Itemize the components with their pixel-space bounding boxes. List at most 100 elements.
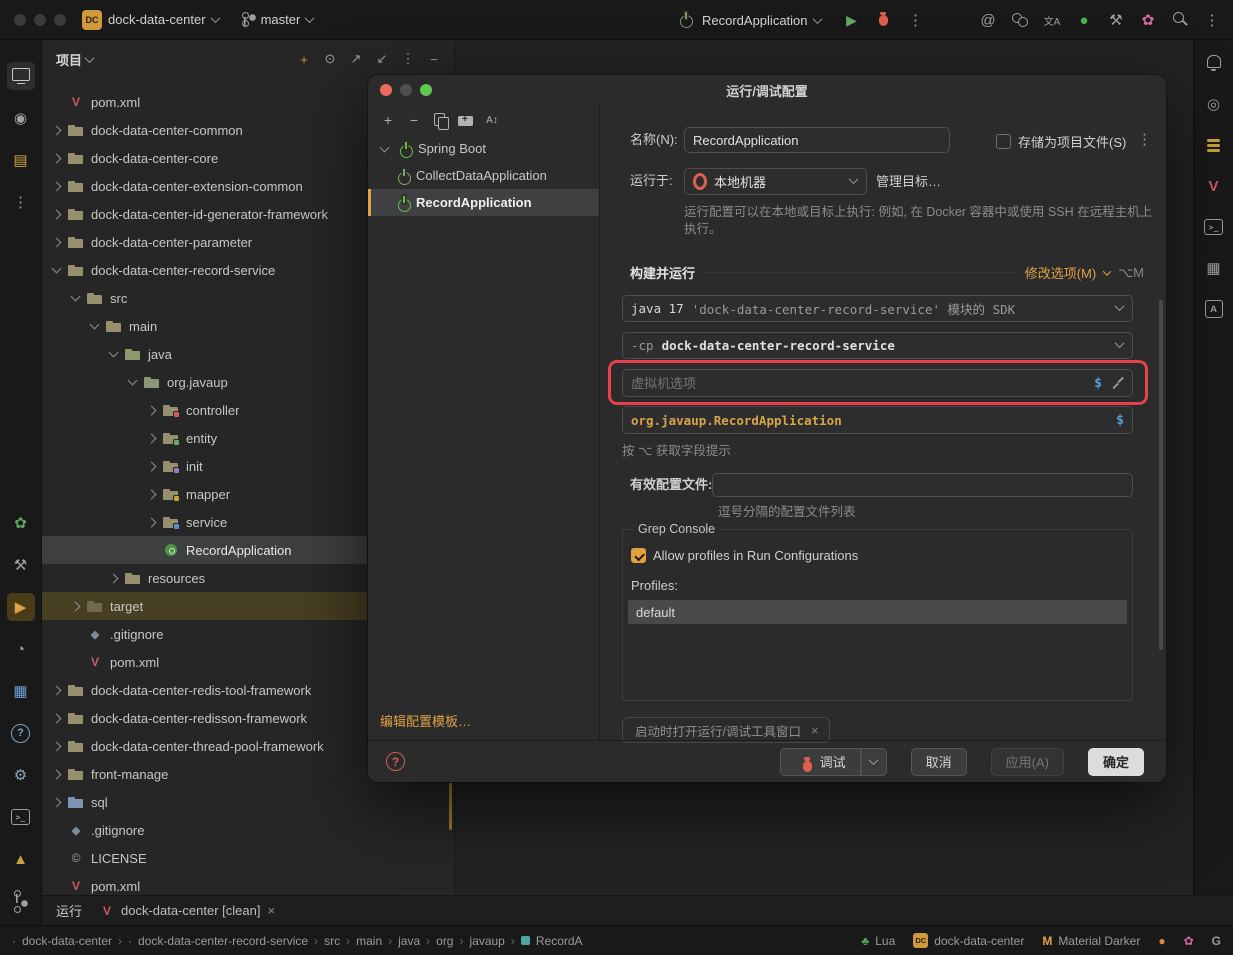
- chevron-icon[interactable]: [48, 206, 64, 222]
- hide-icon[interactable]: −: [422, 47, 446, 71]
- sort-icon[interactable]: A↕: [480, 108, 504, 132]
- locate-icon[interactable]: ⊙: [318, 47, 342, 71]
- tree-item-.gitignore[interactable]: ◆.gitignore: [42, 816, 454, 844]
- chevron-icon[interactable]: [124, 374, 140, 390]
- jre-select[interactable]: java 17 'dock-data-center-record-service…: [622, 295, 1133, 322]
- chevron-icon[interactable]: [143, 458, 159, 474]
- build-icon[interactable]: ⚒: [7, 551, 35, 579]
- close-icon[interactable]: ×: [811, 723, 819, 738]
- edit-templates-link[interactable]: 编辑配置模板…: [380, 711, 471, 730]
- dialog-maximize-icon[interactable]: [420, 84, 432, 96]
- config-group-spring-boot[interactable]: Spring Boot: [368, 135, 599, 162]
- macro-dollar-icon[interactable]: $: [1116, 413, 1124, 428]
- config-item-RecordApplication[interactable]: RecordApplication: [368, 189, 599, 216]
- remote-icon[interactable]: ◎: [1201, 91, 1227, 117]
- project-tool-icon[interactable]: [7, 62, 35, 90]
- dialog-scrollbar[interactable]: [1159, 300, 1163, 650]
- chevron-icon[interactable]: [48, 234, 64, 250]
- breadcrumb-RecordA[interactable]: RecordA: [521, 934, 583, 948]
- chevron-icon[interactable]: [105, 570, 121, 586]
- lua-icon[interactable]: ♣Lua: [861, 934, 895, 948]
- dialog-minimize-icon[interactable]: [400, 84, 412, 96]
- translate-icon[interactable]: 文A: [1039, 7, 1065, 33]
- chevron-icon[interactable]: [86, 318, 102, 334]
- expand-all-icon[interactable]: ↗: [344, 47, 368, 71]
- chevron-icon[interactable]: [67, 598, 83, 614]
- store-as-project-file[interactable]: 存储为项目文件(S): [996, 132, 1126, 151]
- search-icon[interactable]: [1167, 7, 1193, 33]
- settings-icon[interactable]: ⚙: [7, 761, 35, 789]
- chevron-icon[interactable]: [143, 486, 159, 502]
- chevron-icon[interactable]: [105, 346, 121, 362]
- vm-options-field[interactable]: $: [622, 369, 1133, 397]
- commit-tool-icon[interactable]: ◉: [7, 104, 35, 132]
- users-icon[interactable]: [1007, 7, 1033, 33]
- main-class-field[interactable]: org.javaup.RecordApplication $: [622, 406, 1133, 434]
- vm-options-input[interactable]: [631, 376, 1084, 391]
- ascii-doc-icon[interactable]: [1201, 296, 1227, 322]
- chevron-icon[interactable]: [48, 150, 64, 166]
- tree-item-LICENSE[interactable]: ©LICENSE: [42, 844, 454, 872]
- more-run-actions-icon[interactable]: ⋮: [903, 7, 929, 33]
- config-item-CollectDataApplication[interactable]: CollectDataApplication: [368, 162, 599, 189]
- classpath-select[interactable]: -cp dock-data-center-record-service: [622, 332, 1133, 359]
- breadcrumb-src[interactable]: src: [324, 934, 340, 948]
- chevron-icon[interactable]: [48, 738, 64, 754]
- chevron-down-icon[interactable]: [85, 53, 95, 63]
- close-window-icon[interactable]: [14, 14, 26, 26]
- chevron-icon[interactable]: [143, 430, 159, 446]
- apply-button[interactable]: 应用(A): [991, 748, 1064, 776]
- status-orange-icon[interactable]: ●: [1158, 934, 1165, 948]
- minimize-window-icon[interactable]: [34, 14, 46, 26]
- chevron-icon[interactable]: [67, 290, 83, 306]
- debug-options-button[interactable]: [861, 748, 887, 776]
- structure-tool-icon[interactable]: ▤: [7, 146, 35, 174]
- theme-icon[interactable]: MMaterial Darker: [1042, 934, 1140, 948]
- collapse-all-icon[interactable]: ↙: [370, 47, 394, 71]
- terminal-icon[interactable]: [7, 803, 35, 831]
- expand-field-icon[interactable]: [1112, 377, 1124, 389]
- run-tab[interactable]: V dock-data-center [clean] ×: [100, 903, 275, 919]
- cancel-button[interactable]: 取消: [911, 748, 967, 776]
- chevron-icon[interactable]: [143, 402, 159, 418]
- project-widget[interactable]: DC dock-data-center: [82, 10, 219, 30]
- git-icon[interactable]: [7, 887, 35, 915]
- chevron-icon[interactable]: [48, 710, 64, 726]
- plugins-icon[interactable]: ✿: [1135, 7, 1161, 33]
- macro-dollar-icon[interactable]: $: [1094, 376, 1102, 391]
- chevron-icon[interactable]: [376, 141, 392, 157]
- allow-profiles-checkbox[interactable]: [631, 548, 646, 563]
- console-icon[interactable]: [1201, 214, 1227, 240]
- problems-icon[interactable]: ▲: [7, 845, 35, 873]
- breadcrumb-java[interactable]: java: [398, 934, 420, 948]
- new-folder-icon[interactable]: [454, 108, 478, 132]
- project-badge[interactable]: DCdock-data-center: [913, 933, 1024, 948]
- plugin-flower-icon[interactable]: ✿: [1184, 934, 1194, 948]
- more-icon[interactable]: ⋮: [396, 47, 420, 71]
- manage-targets-link[interactable]: 管理目标…: [876, 168, 941, 195]
- tree-item-pom.xml[interactable]: Vpom.xml: [42, 872, 454, 895]
- chevron-icon[interactable]: [48, 682, 64, 698]
- allow-profiles-row[interactable]: Allow profiles in Run Configurations: [631, 548, 858, 563]
- copy-config-icon[interactable]: [428, 108, 452, 132]
- name-input[interactable]: [684, 127, 950, 153]
- more-icon[interactable]: ⋮: [1199, 7, 1225, 33]
- tools-icon[interactable]: ⚒: [1103, 7, 1129, 33]
- notifications-icon[interactable]: [1201, 50, 1227, 76]
- database-icon[interactable]: [1201, 132, 1227, 158]
- chevron-icon[interactable]: [143, 514, 159, 530]
- maximize-window-icon[interactable]: [54, 14, 66, 26]
- chevron-icon[interactable]: [48, 766, 64, 782]
- maven-icon[interactable]: V: [1201, 173, 1227, 199]
- chevron-icon[interactable]: [48, 794, 64, 810]
- active-profiles-input[interactable]: [712, 473, 1133, 497]
- breadcrumb-dock-data-center[interactable]: ·dock-data-center: [12, 934, 112, 948]
- run-on-select[interactable]: 本地机器: [684, 168, 867, 195]
- profiler-icon[interactable]: ◔: [7, 635, 35, 663]
- branch-widget[interactable]: master: [235, 10, 314, 30]
- chevron-icon[interactable]: [48, 122, 64, 138]
- vcs-update-icon[interactable]: ✿: [7, 509, 35, 537]
- modify-options-link[interactable]: 修改选项(M): [1025, 263, 1097, 282]
- record-icon[interactable]: ●: [1071, 7, 1097, 33]
- chevron-icon[interactable]: [48, 262, 64, 278]
